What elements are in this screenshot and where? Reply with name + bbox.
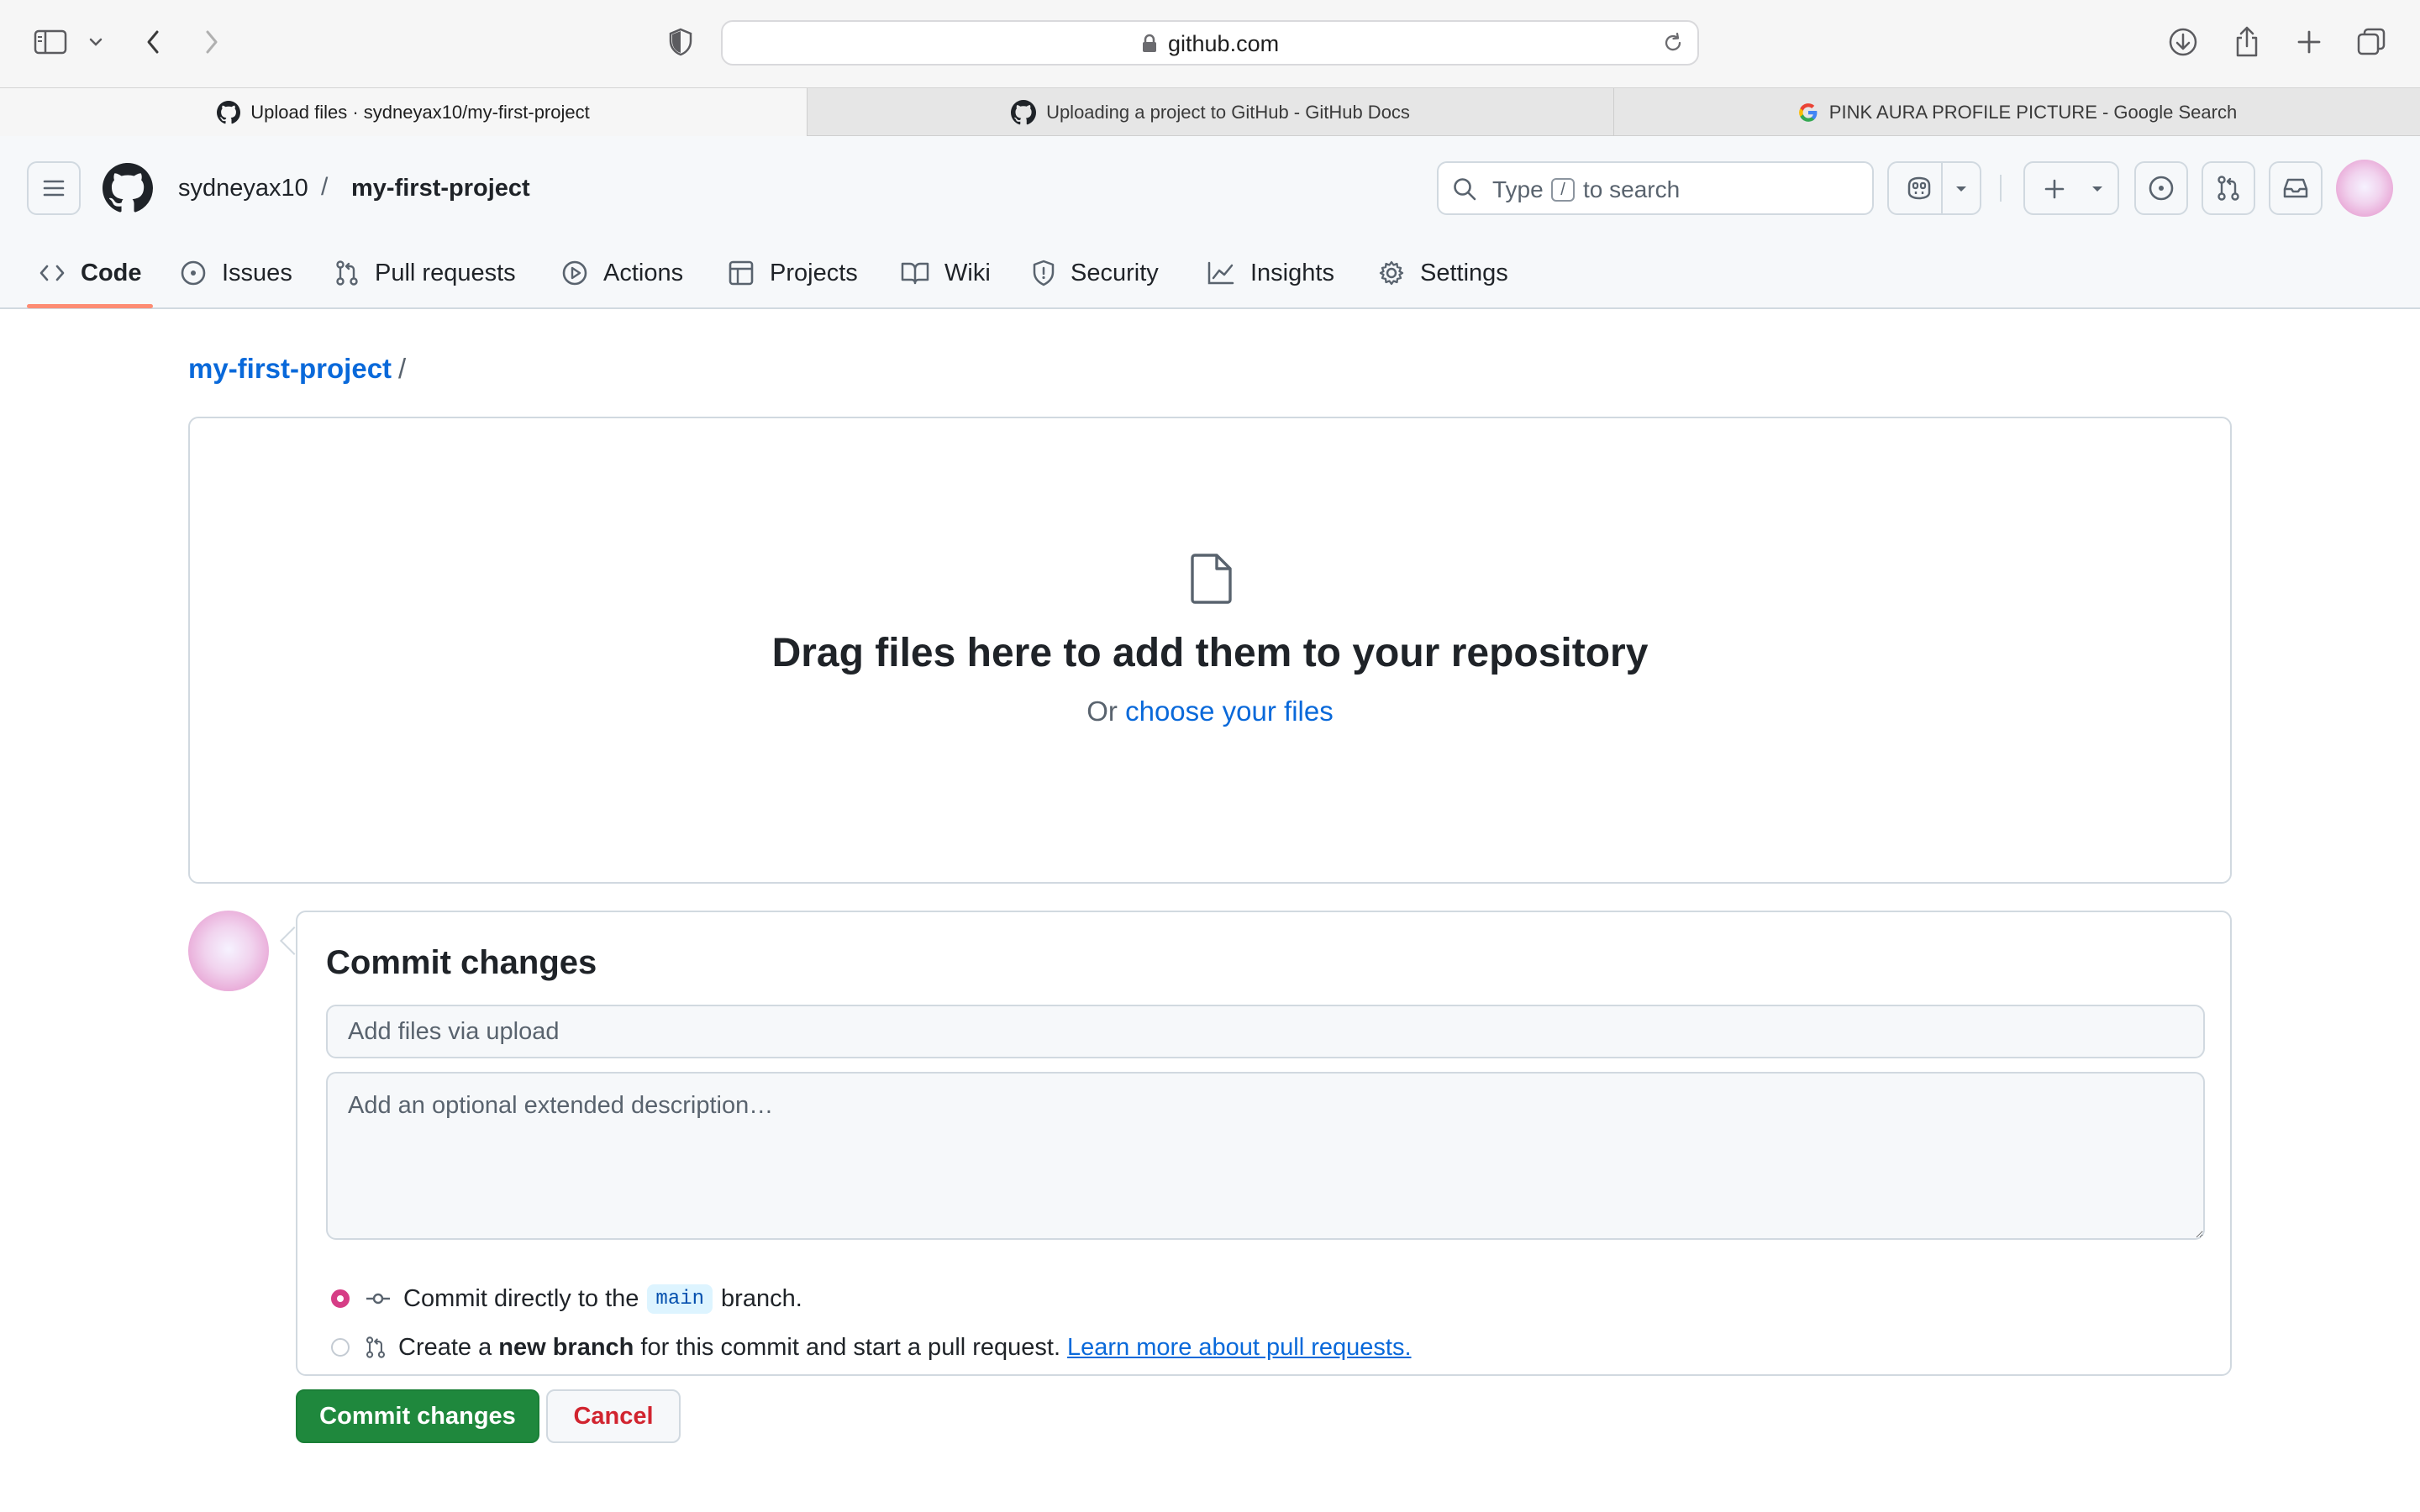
downloads-icon[interactable]: [2166, 25, 2200, 59]
new-branch-radio[interactable]: [331, 1338, 350, 1357]
tab-pull-requests[interactable]: Pull requests: [334, 237, 516, 309]
commit-changes-button[interactable]: Commit changes: [296, 1389, 539, 1443]
address-bar[interactable]: github.com: [721, 20, 1699, 66]
dropzone-subtitle: Or choose your files: [1086, 696, 1334, 727]
triangle-down-icon: [2092, 186, 2102, 192]
forward-icon[interactable]: [195, 25, 229, 59]
url-text: github.com: [1168, 31, 1280, 56]
browser-toolbar: github.com: [0, 0, 2420, 87]
browser-tab-docs[interactable]: Uploading a project to GitHub - GitHub D…: [807, 88, 1613, 137]
learn-more-pull-requests-link[interactable]: Learn more about pull requests.: [1067, 1334, 1411, 1362]
tab-settings[interactable]: Settings: [1378, 237, 1508, 309]
browser-tab-upload[interactable]: Upload files · sydneyax10/my-first-proje…: [0, 88, 807, 137]
repo-nav: Code Issues Pull requests Actions Projec…: [0, 237, 2420, 309]
breadcrumb-repo-link[interactable]: my-first-project: [188, 353, 392, 384]
commit-title: Commit changes: [326, 944, 597, 981]
file-dropzone[interactable]: Drag files here to add them to your repo…: [188, 417, 2232, 884]
new-tab-icon[interactable]: [2292, 25, 2326, 59]
branch-name-chip: main: [647, 1284, 713, 1314]
inbox-button[interactable]: [2269, 161, 2323, 215]
file-icon: [1190, 553, 1234, 605]
breadcrumb-separator: /: [398, 353, 407, 384]
copilot-button[interactable]: [1887, 161, 1981, 215]
google-icon: [1797, 102, 1819, 123]
shield-icon: [1032, 260, 1055, 286]
tab-security[interactable]: Security: [1032, 237, 1159, 309]
search-placeholder-suffix: to search: [1583, 176, 1681, 202]
inbox-icon: [2283, 178, 2308, 198]
book-icon: [901, 260, 929, 286]
commit-description-textarea[interactable]: [326, 1072, 2205, 1240]
owner-link[interactable]: sydneyax10: [178, 175, 308, 202]
tab-code[interactable]: Code: [39, 237, 142, 309]
browser-tab-google[interactable]: PINK AURA PROFILE PICTURE - Google Searc…: [1613, 88, 2420, 137]
menu-button[interactable]: [27, 161, 81, 215]
pull-request-icon: [334, 260, 360, 286]
tab-issues[interactable]: Issues: [180, 237, 292, 309]
commit-icon: [365, 1290, 392, 1307]
lock-icon: [1141, 34, 1158, 54]
tab-strip: Upload files · sydneyax10/my-first-proje…: [0, 87, 2420, 137]
table-icon: [728, 260, 755, 286]
reload-icon[interactable]: [1662, 32, 1684, 54]
pull-requests-button[interactable]: [2202, 161, 2255, 215]
tab-title: PINK AURA PROFILE PICTURE - Google Searc…: [1828, 102, 2238, 123]
tab-title: Upload files · sydneyax10/my-first-proje…: [250, 102, 590, 123]
chevron-down-icon[interactable]: [79, 25, 113, 59]
commit-direct-option: Commit directly to the main branch.: [331, 1282, 802, 1315]
create-new-button[interactable]: [2023, 161, 2119, 215]
issues-button[interactable]: [2134, 161, 2188, 215]
new-branch-option: Create a new branch for this commit and …: [331, 1331, 1412, 1364]
commit-avatar: [188, 911, 269, 991]
github-header: sydneyax10 / my-first-project Type / to …: [0, 136, 2420, 309]
play-icon: [561, 260, 588, 286]
search-shortcut-key: /: [1551, 178, 1575, 202]
share-icon[interactable]: [2230, 25, 2264, 59]
github-icon: [217, 101, 241, 124]
sidebar-toggle-icon[interactable]: [34, 25, 67, 59]
code-icon: [39, 263, 66, 283]
tab-projects[interactable]: Projects: [728, 237, 858, 309]
commit-direct-radio[interactable]: [331, 1289, 350, 1308]
breadcrumb: my-first-project /: [188, 353, 406, 385]
commit-form: Commit changes Commit directly to the ma…: [296, 911, 2232, 1376]
hamburger-icon: [43, 180, 65, 197]
plus-icon: [2044, 179, 2065, 199]
cancel-button[interactable]: Cancel: [546, 1389, 681, 1443]
tab-title: Uploading a project to GitHub - GitHub D…: [1046, 102, 1410, 123]
search-icon: [1452, 176, 1477, 202]
gear-icon: [1378, 260, 1405, 286]
issue-icon: [2149, 176, 2174, 201]
choose-files-link[interactable]: choose your files: [1125, 696, 1334, 727]
selected-tab-underline: [27, 304, 153, 308]
github-icon: [1011, 100, 1037, 125]
commit-summary-input[interactable]: [326, 1005, 2205, 1058]
header-divider: [2000, 175, 2002, 202]
dropzone-title: Drag files here to add them to your repo…: [771, 631, 1649, 675]
tab-wiki[interactable]: Wiki: [901, 237, 991, 309]
tab-overview-icon[interactable]: [2354, 25, 2388, 59]
path-separator: /: [321, 173, 329, 201]
issue-icon: [180, 260, 207, 286]
privacy-shield-icon[interactable]: [664, 25, 697, 59]
copilot-icon: [1907, 176, 1931, 200]
github-logo-icon[interactable]: [103, 163, 153, 213]
pull-request-icon: [365, 1335, 387, 1360]
search-placeholder-prefix: Type: [1492, 176, 1544, 202]
tab-actions[interactable]: Actions: [561, 237, 683, 309]
triangle-down-icon: [1956, 186, 1966, 192]
avatar[interactable]: [2336, 160, 2393, 217]
graph-icon: [1207, 260, 1235, 286]
repo-name-link[interactable]: my-first-project: [351, 175, 530, 202]
search-input[interactable]: Type / to search: [1437, 161, 1874, 215]
tab-insights[interactable]: Insights: [1207, 237, 1334, 309]
pull-request-icon: [2217, 176, 2239, 201]
back-icon[interactable]: [136, 25, 170, 59]
